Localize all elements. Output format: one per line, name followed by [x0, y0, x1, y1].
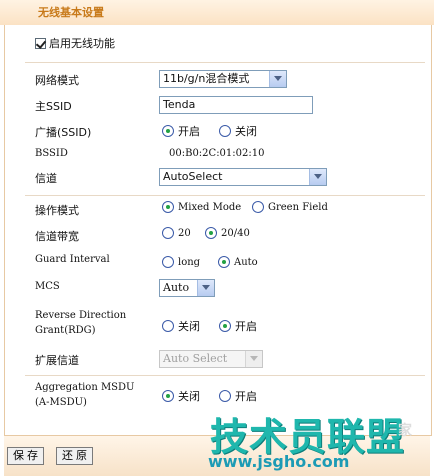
guard-long-label: long: [178, 256, 201, 268]
network-mode-label: 网络模式: [35, 74, 79, 87]
guard-interval-row: Guard Interval long Auto: [5, 251, 431, 273]
mcs-select[interactable]: Auto: [159, 279, 215, 297]
bandwidth-2040-option[interactable]: 20/40: [205, 227, 250, 239]
rdg-on-radio[interactable]: [219, 320, 231, 332]
green-field-option[interactable]: Green Field: [252, 201, 328, 213]
mixed-mode-option[interactable]: Mixed Mode: [162, 201, 241, 213]
operation-mode-row: 操作模式 Mixed Mode Green Field: [5, 199, 431, 221]
broadcast-label: 广播(SSID): [35, 126, 92, 139]
rdg-row: Reverse Direction Grant(RDG) 关闭 开启: [5, 308, 431, 340]
enable-wireless-label: 启用无线功能: [49, 37, 115, 50]
ext-channel-select: Auto Select: [159, 350, 263, 368]
mcs-row: MCS Auto: [5, 278, 431, 300]
amsdu-on-radio[interactable]: [219, 390, 231, 402]
broadcast-off-label: 关闭: [235, 125, 257, 138]
bandwidth-2040-label: 20/40: [221, 227, 250, 239]
amsdu-off-label: 关闭: [178, 390, 200, 403]
watermark-ext: 家: [398, 423, 412, 439]
network-mode-select[interactable]: 11b/g/n混合模式: [159, 70, 287, 88]
amsdu-off-option[interactable]: 关闭: [162, 388, 200, 404]
rdg-off-radio[interactable]: [162, 320, 174, 332]
bandwidth-row: 信道带宽 20 20/40: [5, 225, 431, 247]
bandwidth-label: 信道带宽: [35, 230, 79, 243]
rdg-on-label: 开启: [235, 320, 257, 333]
rdg-label: Reverse Direction Grant(RDG): [35, 308, 126, 338]
settings-panel: 启用无线功能 网络模式 11b/g/n混合模式 主SSID Tenda 广播(S…: [4, 25, 432, 436]
mixed-mode-radio[interactable]: [162, 201, 174, 213]
chevron-down-icon[interactable]: [269, 71, 286, 87]
divider: [25, 62, 425, 63]
page-header: 无线基本设置: [0, 0, 434, 25]
green-field-radio[interactable]: [252, 201, 264, 213]
green-field-label: Green Field: [268, 201, 328, 213]
mcs-value: Auto: [163, 281, 190, 294]
bssid-row: BSSID 00:B0:2C:01:02:10: [5, 145, 431, 167]
broadcast-off-option[interactable]: 关闭: [219, 123, 257, 139]
enable-wireless-checkbox[interactable]: [35, 37, 46, 49]
mcs-label: MCS: [35, 281, 60, 292]
guard-long-radio[interactable]: [162, 256, 174, 268]
broadcast-on-option[interactable]: 开启: [162, 123, 200, 139]
guard-auto-radio[interactable]: [218, 256, 230, 268]
amsdu-label: Aggregation MSDU (A-MSDU): [35, 380, 134, 410]
bandwidth-2040-radio[interactable]: [205, 227, 217, 239]
guard-auto-label: Auto: [234, 256, 258, 268]
network-mode-row: 网络模式 11b/g/n混合模式: [5, 69, 431, 91]
restore-button[interactable]: 还 原: [56, 447, 94, 465]
rdg-label-line1: Reverse Direction: [35, 310, 127, 321]
ssid-input[interactable]: Tenda: [159, 96, 313, 114]
rdg-label-line2: Grant(RDG): [35, 325, 96, 336]
bandwidth-20-radio[interactable]: [162, 227, 174, 239]
rdg-off-option[interactable]: 关闭: [162, 318, 200, 334]
page-title: 无线基本设置: [38, 6, 104, 19]
amsdu-on-label: 开启: [235, 390, 257, 403]
broadcast-on-label: 开启: [178, 125, 200, 138]
chevron-down-icon[interactable]: [197, 280, 214, 296]
broadcast-on-radio[interactable]: [162, 125, 174, 137]
broadcast-row: 广播(SSID) 开启 关闭: [5, 121, 431, 143]
divider: [25, 375, 425, 376]
channel-value: AutoSelect: [163, 170, 223, 183]
save-button[interactable]: 保 存: [7, 447, 45, 465]
watermark-url: www.jsgho.com: [208, 452, 350, 471]
amsdu-label-line2: (A-MSDU): [35, 397, 87, 408]
ssid-label: 主SSID: [35, 100, 72, 113]
bssid-label: BSSID: [35, 148, 68, 159]
divider: [25, 195, 425, 196]
ext-channel-label: 扩展信道: [35, 354, 79, 367]
channel-row: 信道 AutoSelect: [5, 167, 431, 189]
bssid-value: 00:B0:2C:01:02:10: [169, 148, 265, 159]
chevron-down-icon[interactable]: [309, 169, 326, 185]
rdg-on-option[interactable]: 开启: [219, 318, 257, 334]
guard-interval-label: Guard Interval: [35, 254, 110, 265]
channel-label: 信道: [35, 172, 57, 185]
operation-mode-label: 操作模式: [35, 204, 79, 217]
bandwidth-20-option[interactable]: 20: [162, 227, 191, 239]
bandwidth-20-label: 20: [178, 227, 191, 239]
broadcast-off-radio[interactable]: [219, 125, 231, 137]
ext-channel-value: Auto Select: [163, 352, 228, 365]
ssid-row: 主SSID Tenda: [5, 95, 431, 117]
guard-long-option[interactable]: long: [162, 256, 200, 268]
guard-auto-option[interactable]: Auto: [218, 256, 258, 268]
ext-channel-row: 扩展信道 Auto Select: [5, 349, 431, 371]
amsdu-off-radio[interactable]: [162, 390, 174, 402]
network-mode-value: 11b/g/n混合模式: [163, 72, 250, 85]
amsdu-on-option[interactable]: 开启: [219, 388, 257, 404]
chevron-down-icon: [245, 351, 262, 367]
mixed-mode-label: Mixed Mode: [178, 201, 242, 213]
channel-select[interactable]: AutoSelect: [159, 168, 327, 186]
amsdu-label-line1: Aggregation MSDU: [35, 382, 135, 393]
rdg-off-label: 关闭: [178, 320, 200, 333]
enable-wireless-row: 启用无线功能: [5, 32, 431, 54]
